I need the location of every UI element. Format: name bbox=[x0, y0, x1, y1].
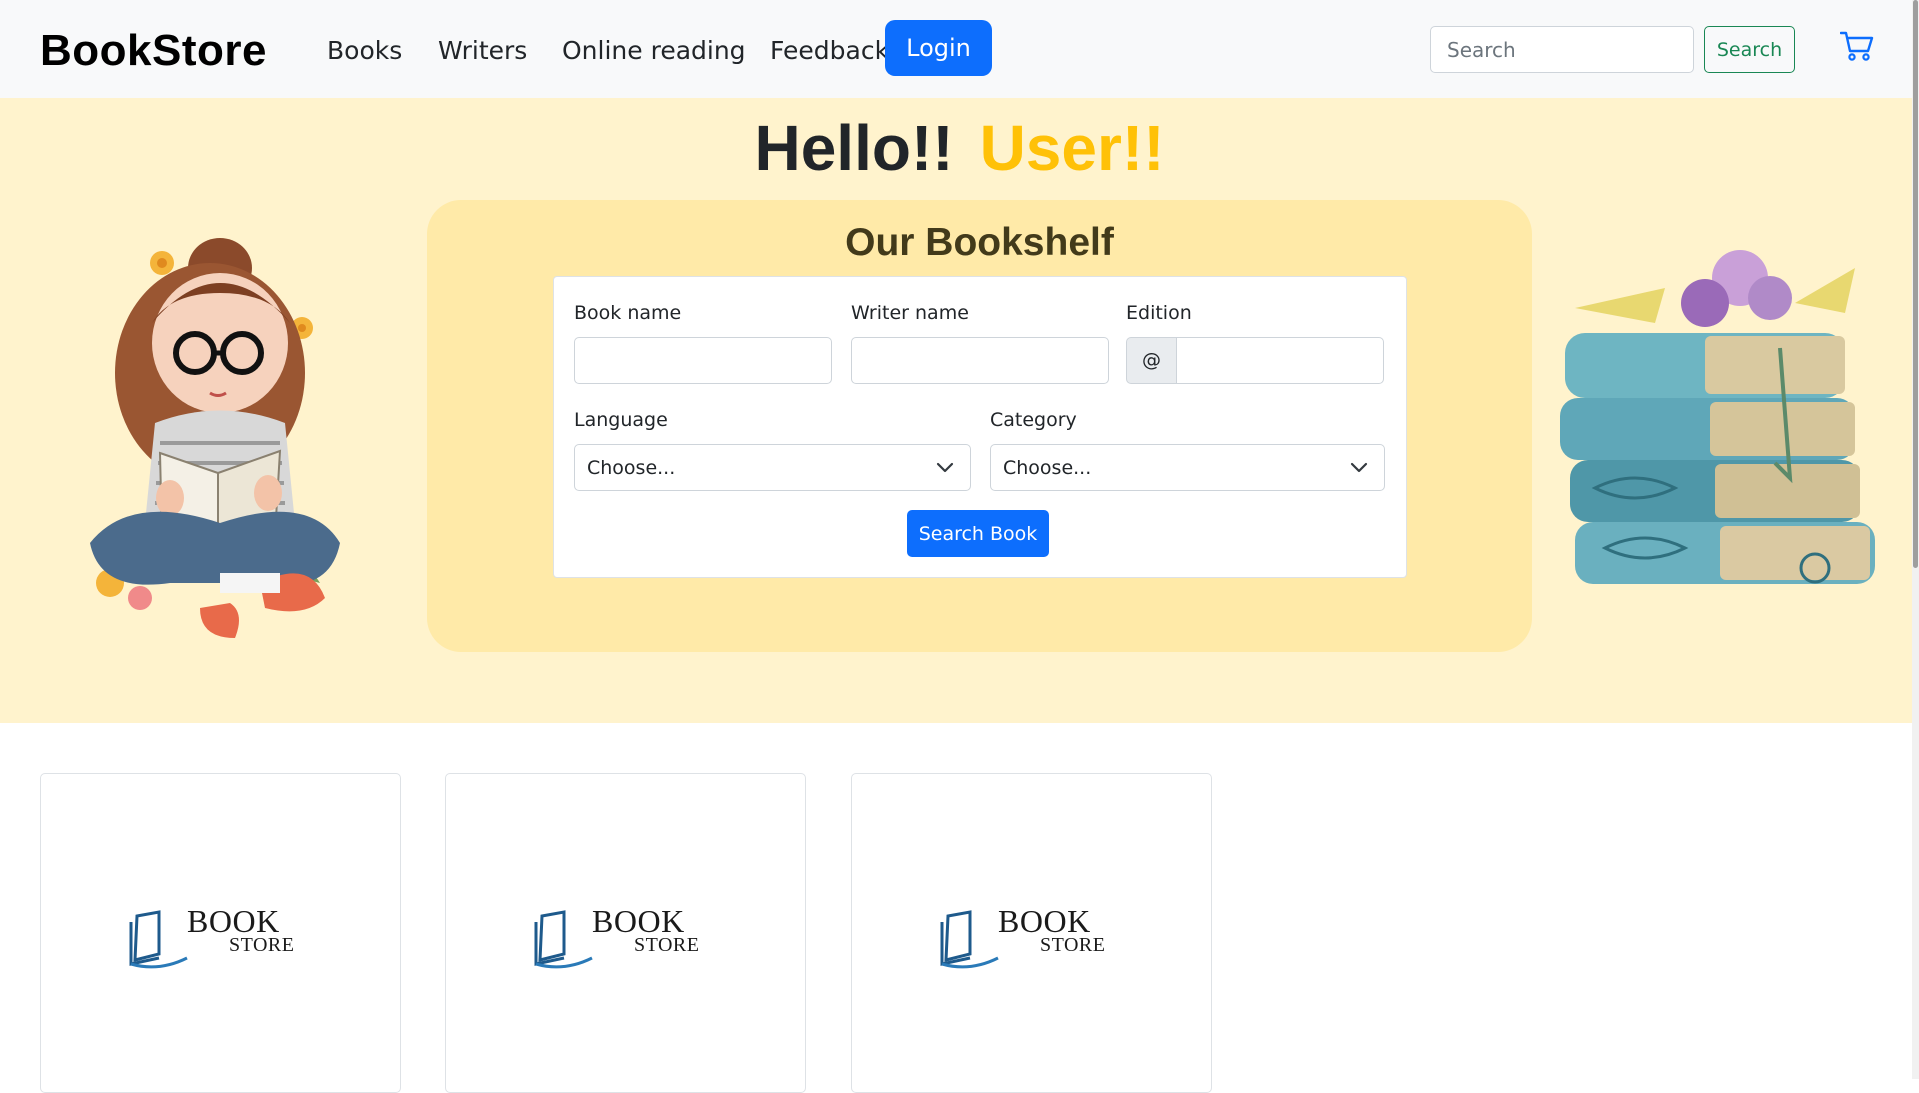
chevron-down-icon bbox=[936, 462, 954, 473]
book-card[interactable]: BOOK STORE bbox=[40, 773, 401, 1093]
brand-logo[interactable]: BookStore bbox=[40, 26, 267, 76]
language-select[interactable]: Choose... bbox=[574, 444, 971, 491]
category-select[interactable]: Choose... bbox=[990, 444, 1385, 491]
category-selected-value: Choose... bbox=[1003, 457, 1092, 479]
open-book-icon bbox=[534, 910, 593, 969]
edition-prefix: @ bbox=[1126, 337, 1177, 384]
hero-section: Hello!! User!! Our Bookshelf Book name W… bbox=[0, 98, 1919, 723]
bookstore-logo: BOOK STORE bbox=[534, 904, 714, 974]
book-stack-illustration bbox=[1560, 250, 1875, 584]
nav-link-writers[interactable]: Writers bbox=[438, 34, 527, 68]
search-book-button[interactable]: Search Book bbox=[907, 510, 1049, 557]
edition-label: Edition bbox=[1126, 302, 1192, 324]
bookshelf-panel: Our Bookshelf Book name Writer name Edit… bbox=[427, 200, 1532, 652]
logo-text-store: STORE bbox=[229, 934, 295, 956]
category-label: Category bbox=[990, 409, 1077, 431]
book-card[interactable]: BOOK STORE bbox=[851, 773, 1212, 1093]
girl-reading-illustration bbox=[90, 238, 340, 638]
book-search-form: Book name Writer name Edition @ Language… bbox=[553, 276, 1407, 578]
nav-link-books[interactable]: Books bbox=[327, 34, 402, 68]
greeting-hello: Hello!! bbox=[754, 112, 954, 184]
chevron-down-icon bbox=[1350, 462, 1368, 473]
writer-name-input[interactable] bbox=[851, 337, 1109, 384]
nav-link-online-reading[interactable]: Online reading bbox=[562, 34, 746, 68]
nav-link-feedback[interactable]: Feedback bbox=[770, 34, 889, 68]
bookshelf-title: Our Bookshelf bbox=[845, 221, 1114, 264]
search-button[interactable]: Search bbox=[1704, 26, 1795, 73]
scrollbar-thumb[interactable] bbox=[1913, 0, 1918, 568]
writer-name-label: Writer name bbox=[851, 302, 969, 324]
bookstore-logo: BOOK STORE bbox=[940, 904, 1120, 974]
book-name-label: Book name bbox=[574, 302, 682, 324]
login-button[interactable]: Login bbox=[885, 20, 992, 76]
search-input[interactable] bbox=[1430, 26, 1694, 73]
open-book-icon bbox=[129, 910, 188, 969]
book-card[interactable]: BOOK STORE bbox=[445, 773, 806, 1093]
language-label: Language bbox=[574, 409, 668, 431]
logo-text-book: BOOK bbox=[187, 903, 280, 939]
logo-text-store: STORE bbox=[1040, 934, 1106, 956]
navbar: BookStore Books Writers Online reading F… bbox=[0, 0, 1919, 98]
edition-input[interactable] bbox=[1176, 337, 1384, 384]
bookstore-logo: BOOK STORE bbox=[129, 904, 309, 974]
logo-text-book: BOOK bbox=[998, 903, 1091, 939]
book-name-input[interactable] bbox=[574, 337, 832, 384]
cart-icon[interactable] bbox=[1840, 30, 1874, 62]
open-book-icon bbox=[940, 910, 999, 969]
logo-text-store: STORE bbox=[634, 934, 700, 956]
logo-text-book: BOOK bbox=[592, 903, 685, 939]
greeting-user: User!! bbox=[979, 112, 1165, 184]
language-selected-value: Choose... bbox=[587, 457, 676, 479]
